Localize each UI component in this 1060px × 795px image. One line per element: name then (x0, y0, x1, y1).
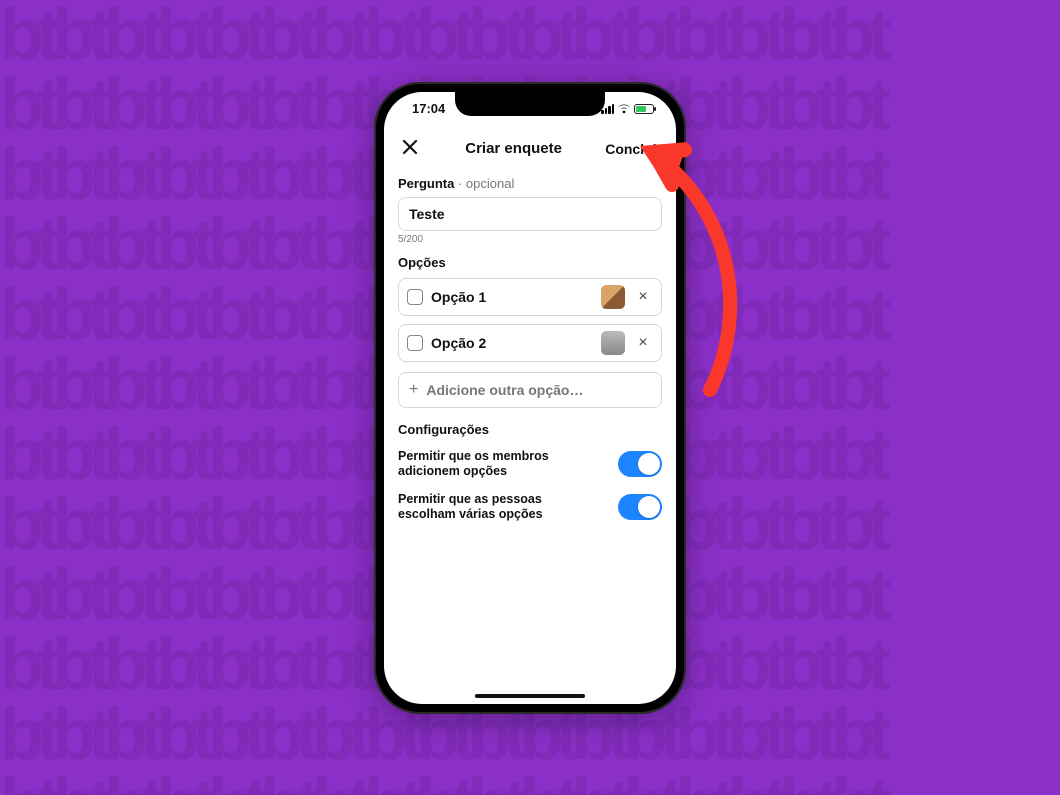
option-thumbnail[interactable] (601, 285, 625, 309)
wifi-icon (617, 103, 631, 114)
home-indicator (475, 694, 585, 698)
checkbox-icon[interactable] (407, 335, 423, 351)
option-label[interactable]: Opção 1 (431, 289, 593, 305)
option-label[interactable]: Opção 2 (431, 335, 593, 351)
phone-screen: 17:04 Criar enquete Concluir Pergunta · … (384, 92, 676, 704)
setting-label: Permitir que as pessoas escolham várias … (398, 492, 593, 523)
remove-option-icon[interactable]: × (633, 334, 653, 352)
question-char-count: 5/200 (398, 234, 662, 245)
toggle-switch[interactable] (618, 494, 662, 520)
phone-frame: 17:04 Criar enquete Concluir Pergunta · … (374, 82, 686, 714)
add-option-button[interactable]: + Adicione outra opção… (398, 372, 662, 408)
close-icon[interactable] (398, 135, 422, 162)
options-label: Opções (398, 255, 662, 270)
setting-label: Permitir que os membros adicionem opções (398, 449, 593, 480)
modal-header: Criar enquete Concluir (398, 132, 662, 166)
settings-label: Configurações (398, 422, 662, 437)
done-button[interactable]: Concluir (605, 141, 662, 157)
question-label: Pergunta · opcional (398, 176, 662, 191)
remove-option-icon[interactable]: × (633, 288, 653, 306)
option-row[interactable]: Opção 2 × (398, 324, 662, 362)
option-row[interactable]: Opção 1 × (398, 278, 662, 316)
phone-notch (455, 92, 605, 116)
checkbox-icon[interactable] (407, 289, 423, 305)
question-input[interactable]: Teste (398, 197, 662, 231)
battery-icon (634, 104, 654, 114)
setting-allow-multiple: Permitir que as pessoas escolham várias … (398, 492, 662, 523)
option-thumbnail[interactable] (601, 331, 625, 355)
add-option-label: Adicione outra opção… (426, 382, 583, 398)
setting-allow-members-add: Permitir que os membros adicionem opções (398, 449, 662, 480)
plus-icon: + (409, 381, 418, 399)
status-time: 17:04 (412, 101, 445, 116)
toggle-switch[interactable] (618, 451, 662, 477)
modal-title: Criar enquete (465, 140, 562, 157)
